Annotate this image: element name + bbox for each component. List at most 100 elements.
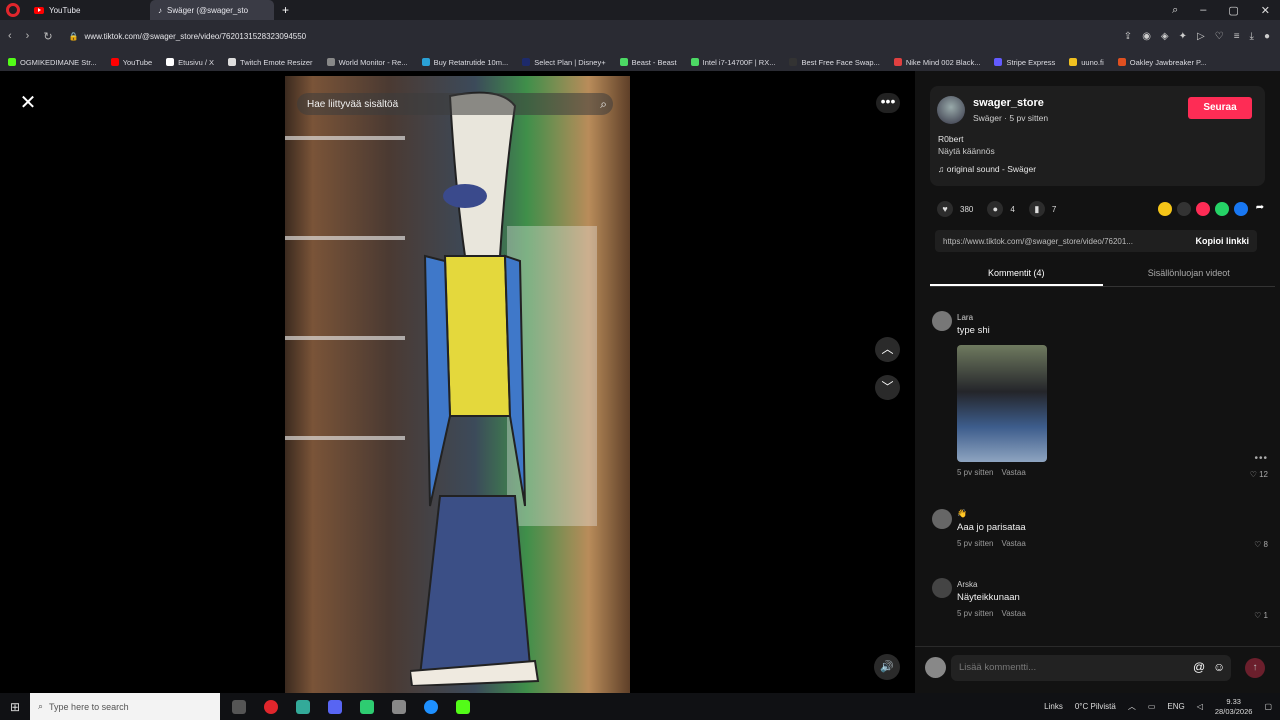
translate-link[interactable]: Näytä käännös — [938, 146, 995, 156]
bookmark-item[interactable]: uuno.fi — [1069, 58, 1104, 67]
bookmark-item[interactable]: Nike Mind 002 Black... — [893, 58, 980, 67]
clock[interactable]: 9.33 28/03/2026 — [1215, 697, 1253, 717]
commenter-avatar[interactable] — [932, 311, 952, 331]
shield-icon[interactable]: ◈ — [1161, 31, 1169, 42]
tab-comments[interactable]: Kommentit (4) — [930, 261, 1103, 286]
tab-creator-videos[interactable]: Sisällönluojan videot — [1103, 261, 1276, 286]
creator-username[interactable]: swager_store — [973, 97, 1044, 109]
video-player[interactable] — [285, 76, 630, 693]
download-icon[interactable]: ⤓ — [1250, 31, 1254, 42]
app-icon[interactable] — [296, 699, 310, 714]
comment-like[interactable]: ♡ 12 — [1250, 470, 1268, 479]
edge-icon[interactable] — [424, 699, 438, 714]
bookmark-item[interactable]: Oakley Jawbreaker P... — [1117, 58, 1206, 67]
comment-like[interactable]: ♡ 1 — [1254, 611, 1268, 620]
taskbar-search[interactable]: ⌕ Type here to search — [30, 693, 220, 720]
comment-more-button[interactable]: ••• — [1254, 453, 1268, 464]
comment-action[interactable]: ● 4 — [987, 201, 1015, 217]
app-icon[interactable] — [456, 699, 470, 714]
emoji-icon[interactable]: ☺ — [1213, 660, 1225, 674]
commenter-name[interactable]: Lara — [957, 313, 973, 322]
tab-youtube[interactable]: YouTube — [26, 0, 150, 20]
url-field[interactable]: 🔒 www.tiktok.com/@swager_store/video/762… — [69, 32, 307, 41]
tab-tiktok[interactable]: ♪ Swäger (@swager_sto — [150, 0, 274, 20]
close-video-button[interactable]: ✕ — [17, 92, 39, 114]
bookmark-item[interactable]: Buy Retatrutide 10m... — [421, 58, 508, 67]
app-icon[interactable] — [392, 699, 406, 714]
search-icon[interactable]: ⌕ — [600, 97, 607, 112]
user-avatar[interactable] — [925, 657, 946, 678]
bookmark-item[interactable]: Select Plan | Disney+ — [522, 58, 606, 67]
tray-chevron-icon[interactable]: ︿ — [1128, 701, 1136, 712]
close-window-button[interactable]: ✕ — [1261, 4, 1270, 17]
mention-icon[interactable]: @ — [1193, 660, 1205, 674]
next-video-button[interactable]: ﹀ — [875, 375, 900, 400]
commenter-avatar[interactable] — [932, 578, 952, 598]
opera-logo-icon[interactable] — [6, 3, 20, 17]
weather-widget[interactable]: 0°C Pilvistä — [1075, 702, 1116, 711]
notifications-icon[interactable]: ▢ — [1264, 702, 1272, 711]
maximize-button[interactable]: ▢ — [1228, 4, 1238, 17]
links-toolbar[interactable]: Links — [1044, 702, 1063, 711]
taskbar-search-placeholder: Type here to search — [49, 701, 129, 712]
volume-button[interactable]: 🔊 — [874, 654, 900, 680]
embed-icon[interactable] — [1177, 202, 1191, 216]
bookmark-item[interactable]: Intel i7-14700F | RX... — [690, 58, 775, 67]
share-page-icon[interactable]: ⇪ — [1124, 31, 1132, 42]
reply-button[interactable]: Vastaa — [1001, 539, 1025, 548]
commenter-avatar[interactable] — [932, 509, 952, 529]
heart-icon[interactable]: ♡ — [1215, 31, 1224, 42]
bookmark-item[interactable]: YouTube — [110, 58, 152, 67]
search-icon[interactable]: ⌕ — [1172, 4, 1178, 17]
copy-link-button[interactable]: Kopioi linkki — [1195, 236, 1249, 246]
windows-start-icon[interactable]: ⊞ — [0, 700, 30, 714]
related-search-input[interactable]: Hae liittyvää sisältöä ⌕ — [297, 93, 613, 115]
camera-icon[interactable]: ◉ — [1142, 31, 1151, 42]
commenter-name[interactable]: Arska — [957, 580, 977, 589]
bookmark-item[interactable]: Twitch Emote Resizer — [228, 58, 313, 67]
comment-image[interactable] — [957, 345, 1047, 462]
bookmark-item[interactable]: Etusivu / X — [166, 58, 214, 67]
menu-icon[interactable]: ≡ — [1234, 31, 1240, 42]
send-icon[interactable] — [1196, 202, 1210, 216]
new-tab-button[interactable]: + — [274, 3, 297, 17]
video-link-field[interactable]: https://www.tiktok.com/@swager_store/vid… — [935, 230, 1257, 252]
language-indicator[interactable]: ENG — [1167, 702, 1184, 711]
bookmark-item[interactable]: OGMIKEDIMANE Str... — [8, 58, 97, 67]
extensions-icon[interactable]: ✦ — [1179, 31, 1187, 42]
bookmark-item[interactable]: Stripe Express — [994, 58, 1055, 67]
creator-avatar[interactable] — [937, 96, 965, 124]
app-icon[interactable] — [360, 699, 374, 714]
bookmark-item[interactable]: Beast - Beast — [619, 58, 677, 67]
friends-share-icon[interactable] — [1158, 202, 1172, 216]
commenter-name[interactable]: 👋 — [957, 509, 967, 518]
bookmark-item[interactable]: Best Free Face Swap... — [789, 58, 880, 67]
facebook-icon[interactable] — [1234, 202, 1248, 216]
share-arrow-icon[interactable]: ➦ — [1253, 202, 1267, 216]
comment-like[interactable]: ♡ 8 — [1254, 540, 1268, 549]
speaker-icon[interactable]: ◁ — [1197, 702, 1203, 711]
opera-taskbar-icon[interactable] — [264, 699, 278, 714]
profile-icon[interactable]: ● — [1264, 31, 1270, 42]
comment-input[interactable]: Lisää kommentti... — [951, 655, 1231, 681]
post-comment-button[interactable]: ↑ — [1245, 658, 1265, 678]
like-action[interactable]: ♥ 380 — [937, 201, 973, 217]
battery-icon[interactable]: ▭ — [1148, 702, 1156, 711]
save-action[interactable]: ▮ 7 — [1028, 201, 1056, 217]
back-icon[interactable]: ‹ — [8, 30, 12, 43]
reply-button[interactable]: Vastaa — [1001, 609, 1025, 618]
play-icon[interactable]: ▷ — [1197, 31, 1205, 42]
reload-icon[interactable]: ↻ — [43, 30, 52, 43]
minimize-button[interactable]: – — [1200, 4, 1206, 17]
comment-count: 4 — [1010, 204, 1015, 214]
sound-link[interactable]: ♫ original sound - Swäger — [938, 164, 1036, 174]
forward-icon[interactable]: › — [26, 30, 30, 43]
bookmark-item[interactable]: World Monitor - Re... — [326, 58, 408, 67]
previous-video-button[interactable]: ︿ — [875, 337, 900, 362]
reply-button[interactable]: Vastaa — [1001, 468, 1025, 477]
more-options-button[interactable]: ••• — [876, 93, 900, 113]
task-view-icon[interactable] — [232, 699, 246, 714]
discord-icon[interactable] — [328, 699, 342, 714]
follow-button[interactable]: Seuraa — [1188, 97, 1252, 119]
whatsapp-icon[interactable] — [1215, 202, 1229, 216]
